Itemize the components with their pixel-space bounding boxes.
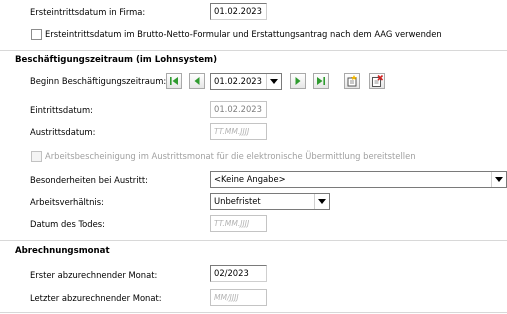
next-record-icon [295, 77, 301, 85]
relationship-label: Arbeitsverhältnis: [30, 197, 104, 207]
certificate-checkbox[interactable] [31, 151, 42, 162]
new-period-button[interactable] [344, 73, 360, 89]
certificate-checkbox-label: Arbeitsbescheinigung im Austrittsmonat f… [45, 151, 416, 161]
delete-period-icon [372, 75, 383, 87]
first-month-field[interactable]: 02/2023 [210, 265, 267, 282]
separator [0, 240, 507, 241]
exit-specifics-value: <Keine Angabe> [214, 174, 286, 184]
use-entry-date-checkbox[interactable] [31, 29, 42, 40]
entry-date-field[interactable]: 01.02.2023 [210, 3, 267, 20]
billing-heading: Abrechnungsmonat [15, 246, 110, 256]
next-record-button[interactable] [290, 73, 306, 89]
first-record-button[interactable] [166, 73, 182, 89]
chevron-down-icon [314, 194, 329, 209]
entry-date-label-2: Eintrittsdatum: [30, 105, 93, 115]
period-start-value: 01.02.2023 [214, 76, 262, 86]
last-record-icon [317, 77, 325, 85]
chevron-down-icon [266, 74, 281, 89]
entry-date-readonly-field: 01.02.2023 [210, 101, 267, 118]
previous-record-button[interactable] [189, 73, 205, 89]
relationship-select[interactable]: Unbefristet [210, 193, 330, 210]
first-month-label: Erster abzurechnender Monat: [30, 270, 158, 280]
death-date-field[interactable]: TT.MM.JJJJ [210, 215, 267, 232]
employment-heading: Beschäftigungszeitraum (im Lohnsystem) [15, 55, 218, 65]
previous-record-icon [194, 77, 200, 85]
period-start-select[interactable]: 01.02.2023 [210, 73, 282, 90]
period-start-label: Beginn Beschäftigungszeitraum: [30, 76, 167, 86]
last-month-label: Letzter abzurechnender Monat: [30, 293, 162, 303]
separator [0, 312, 507, 313]
entry-date-label: Ersteintrittsdatum in Firma: [30, 7, 146, 17]
exit-date-field[interactable]: TT.MM.JJJJ [210, 123, 267, 140]
exit-specifics-select[interactable]: <Keine Angabe> [210, 171, 507, 188]
last-month-field[interactable]: MM/JJJJ [210, 289, 267, 306]
last-record-button[interactable] [313, 73, 329, 89]
relationship-value: Unbefristet [214, 196, 261, 206]
chevron-down-icon [491, 172, 506, 187]
use-entry-date-checkbox-label: Ersteintrittsdatum im Brutto-Netto-Formu… [45, 29, 442, 39]
delete-period-button[interactable] [369, 73, 385, 89]
exit-specifics-label: Besonderheiten bei Austritt: [30, 175, 148, 185]
first-record-icon [170, 77, 178, 85]
exit-date-label: Austrittsdatum: [30, 127, 96, 137]
separator [0, 50, 507, 51]
new-period-icon [347, 75, 357, 87]
death-date-label: Datum des Todes: [30, 219, 105, 229]
